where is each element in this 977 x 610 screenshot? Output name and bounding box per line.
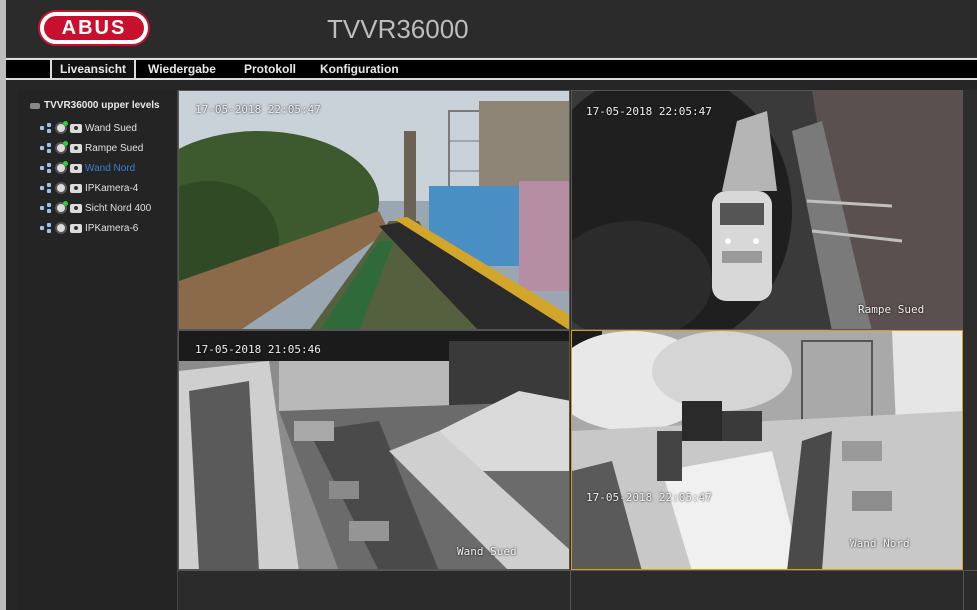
left-edge xyxy=(0,0,6,610)
camera-label: Rampe Sued xyxy=(85,142,144,154)
recorder-icon xyxy=(30,102,40,109)
camera-label: Sicht Nord 400 xyxy=(85,202,152,214)
recording-icon xyxy=(55,121,68,134)
camera-item[interactable]: Wand Sued xyxy=(40,121,137,135)
camera-icon xyxy=(70,203,82,213)
recording-icon xyxy=(55,201,68,214)
timestamp-overlay: 17-05-2018 21:05:46 xyxy=(195,343,321,356)
camera-icon xyxy=(70,223,82,233)
timestamp-overlay: 17-05-2018 22:05:47 xyxy=(586,491,712,504)
recording-icon xyxy=(55,161,68,174)
divider xyxy=(963,571,964,610)
network-icon xyxy=(40,183,52,193)
network-icon xyxy=(40,223,52,233)
video-frame xyxy=(572,91,962,329)
camera-item[interactable]: IPKamera-4 xyxy=(40,181,138,195)
tree-root[interactable]: TVVR36000 upper levels xyxy=(30,100,160,111)
video-tile-4-selected[interactable]: 17-05-2018 22:05:47 Wand Nord xyxy=(571,330,963,570)
camera-label: Wand Nord xyxy=(85,162,136,174)
recording-icon xyxy=(55,141,68,154)
abus-logo: ABUS xyxy=(38,10,150,46)
camera-item[interactable]: Rampe Sued xyxy=(40,141,143,155)
camera-tree: TVVR36000 upper levels Wand Sued Rampe S… xyxy=(18,90,178,610)
tab-protokoll[interactable]: Protokoll xyxy=(236,60,304,78)
camera-icon xyxy=(70,123,82,133)
camera-item[interactable]: Sicht Nord 400 xyxy=(40,201,151,215)
timestamp-overlay: 17-05-2018 22:05:47 xyxy=(195,103,321,116)
camera-label: Wand Sued xyxy=(85,122,137,134)
video-tile-3[interactable]: 17-05-2018 21:05:46 Wand Sued xyxy=(178,330,570,570)
main-nav: Liveansicht Wiedergabe Protokoll Konfigu… xyxy=(6,58,977,80)
header: ABUS TVVR36000 xyxy=(0,0,977,58)
camera-icon xyxy=(70,163,82,173)
divider xyxy=(570,571,571,610)
camera-name-overlay: Wand Nord xyxy=(850,537,910,550)
timestamp-overlay: 17-05-2018 22:05:47 xyxy=(586,105,712,118)
camera-label: IPKamera-6 xyxy=(85,222,139,234)
camera-label: IPKamera-4 xyxy=(85,182,139,194)
camera-icon xyxy=(70,183,82,193)
network-icon xyxy=(40,203,52,213)
recording-icon xyxy=(55,182,67,194)
page-title: TVVR36000 xyxy=(327,14,469,44)
video-frame xyxy=(179,331,569,569)
video-tile-2[interactable]: 17-05-2018 22:05:47 Rampe Sued xyxy=(571,90,963,330)
tree-root-label: TVVR36000 upper levels xyxy=(44,100,160,111)
live-view-grid: 17-05-2018 22:05:47 17-05-2018 22:05:47 … xyxy=(178,90,977,610)
video-frame xyxy=(179,91,569,329)
video-tile-1[interactable]: 17-05-2018 22:05:47 xyxy=(178,90,570,330)
recording-icon xyxy=(55,222,67,234)
logo-text: ABUS xyxy=(44,16,144,40)
video-frame xyxy=(572,331,962,569)
camera-item-selected[interactable]: Wand Nord xyxy=(40,161,135,175)
network-icon xyxy=(40,143,52,153)
tab-liveansicht[interactable]: Liveansicht xyxy=(50,60,137,78)
app-window: ABUS TVVR36000 Liveansicht Wiedergabe Pr… xyxy=(0,0,977,610)
network-icon xyxy=(40,123,52,133)
camera-icon xyxy=(70,143,82,153)
empty-view-row xyxy=(178,570,977,610)
network-icon xyxy=(40,163,52,173)
tab-konfiguration[interactable]: Konfiguration xyxy=(312,60,407,78)
camera-name-overlay: Wand Sued xyxy=(457,545,517,558)
camera-item[interactable]: IPKamera-6 xyxy=(40,221,138,235)
tab-wiedergabe[interactable]: Wiedergabe xyxy=(140,60,224,78)
camera-name-overlay: Rampe Sued xyxy=(858,303,925,316)
